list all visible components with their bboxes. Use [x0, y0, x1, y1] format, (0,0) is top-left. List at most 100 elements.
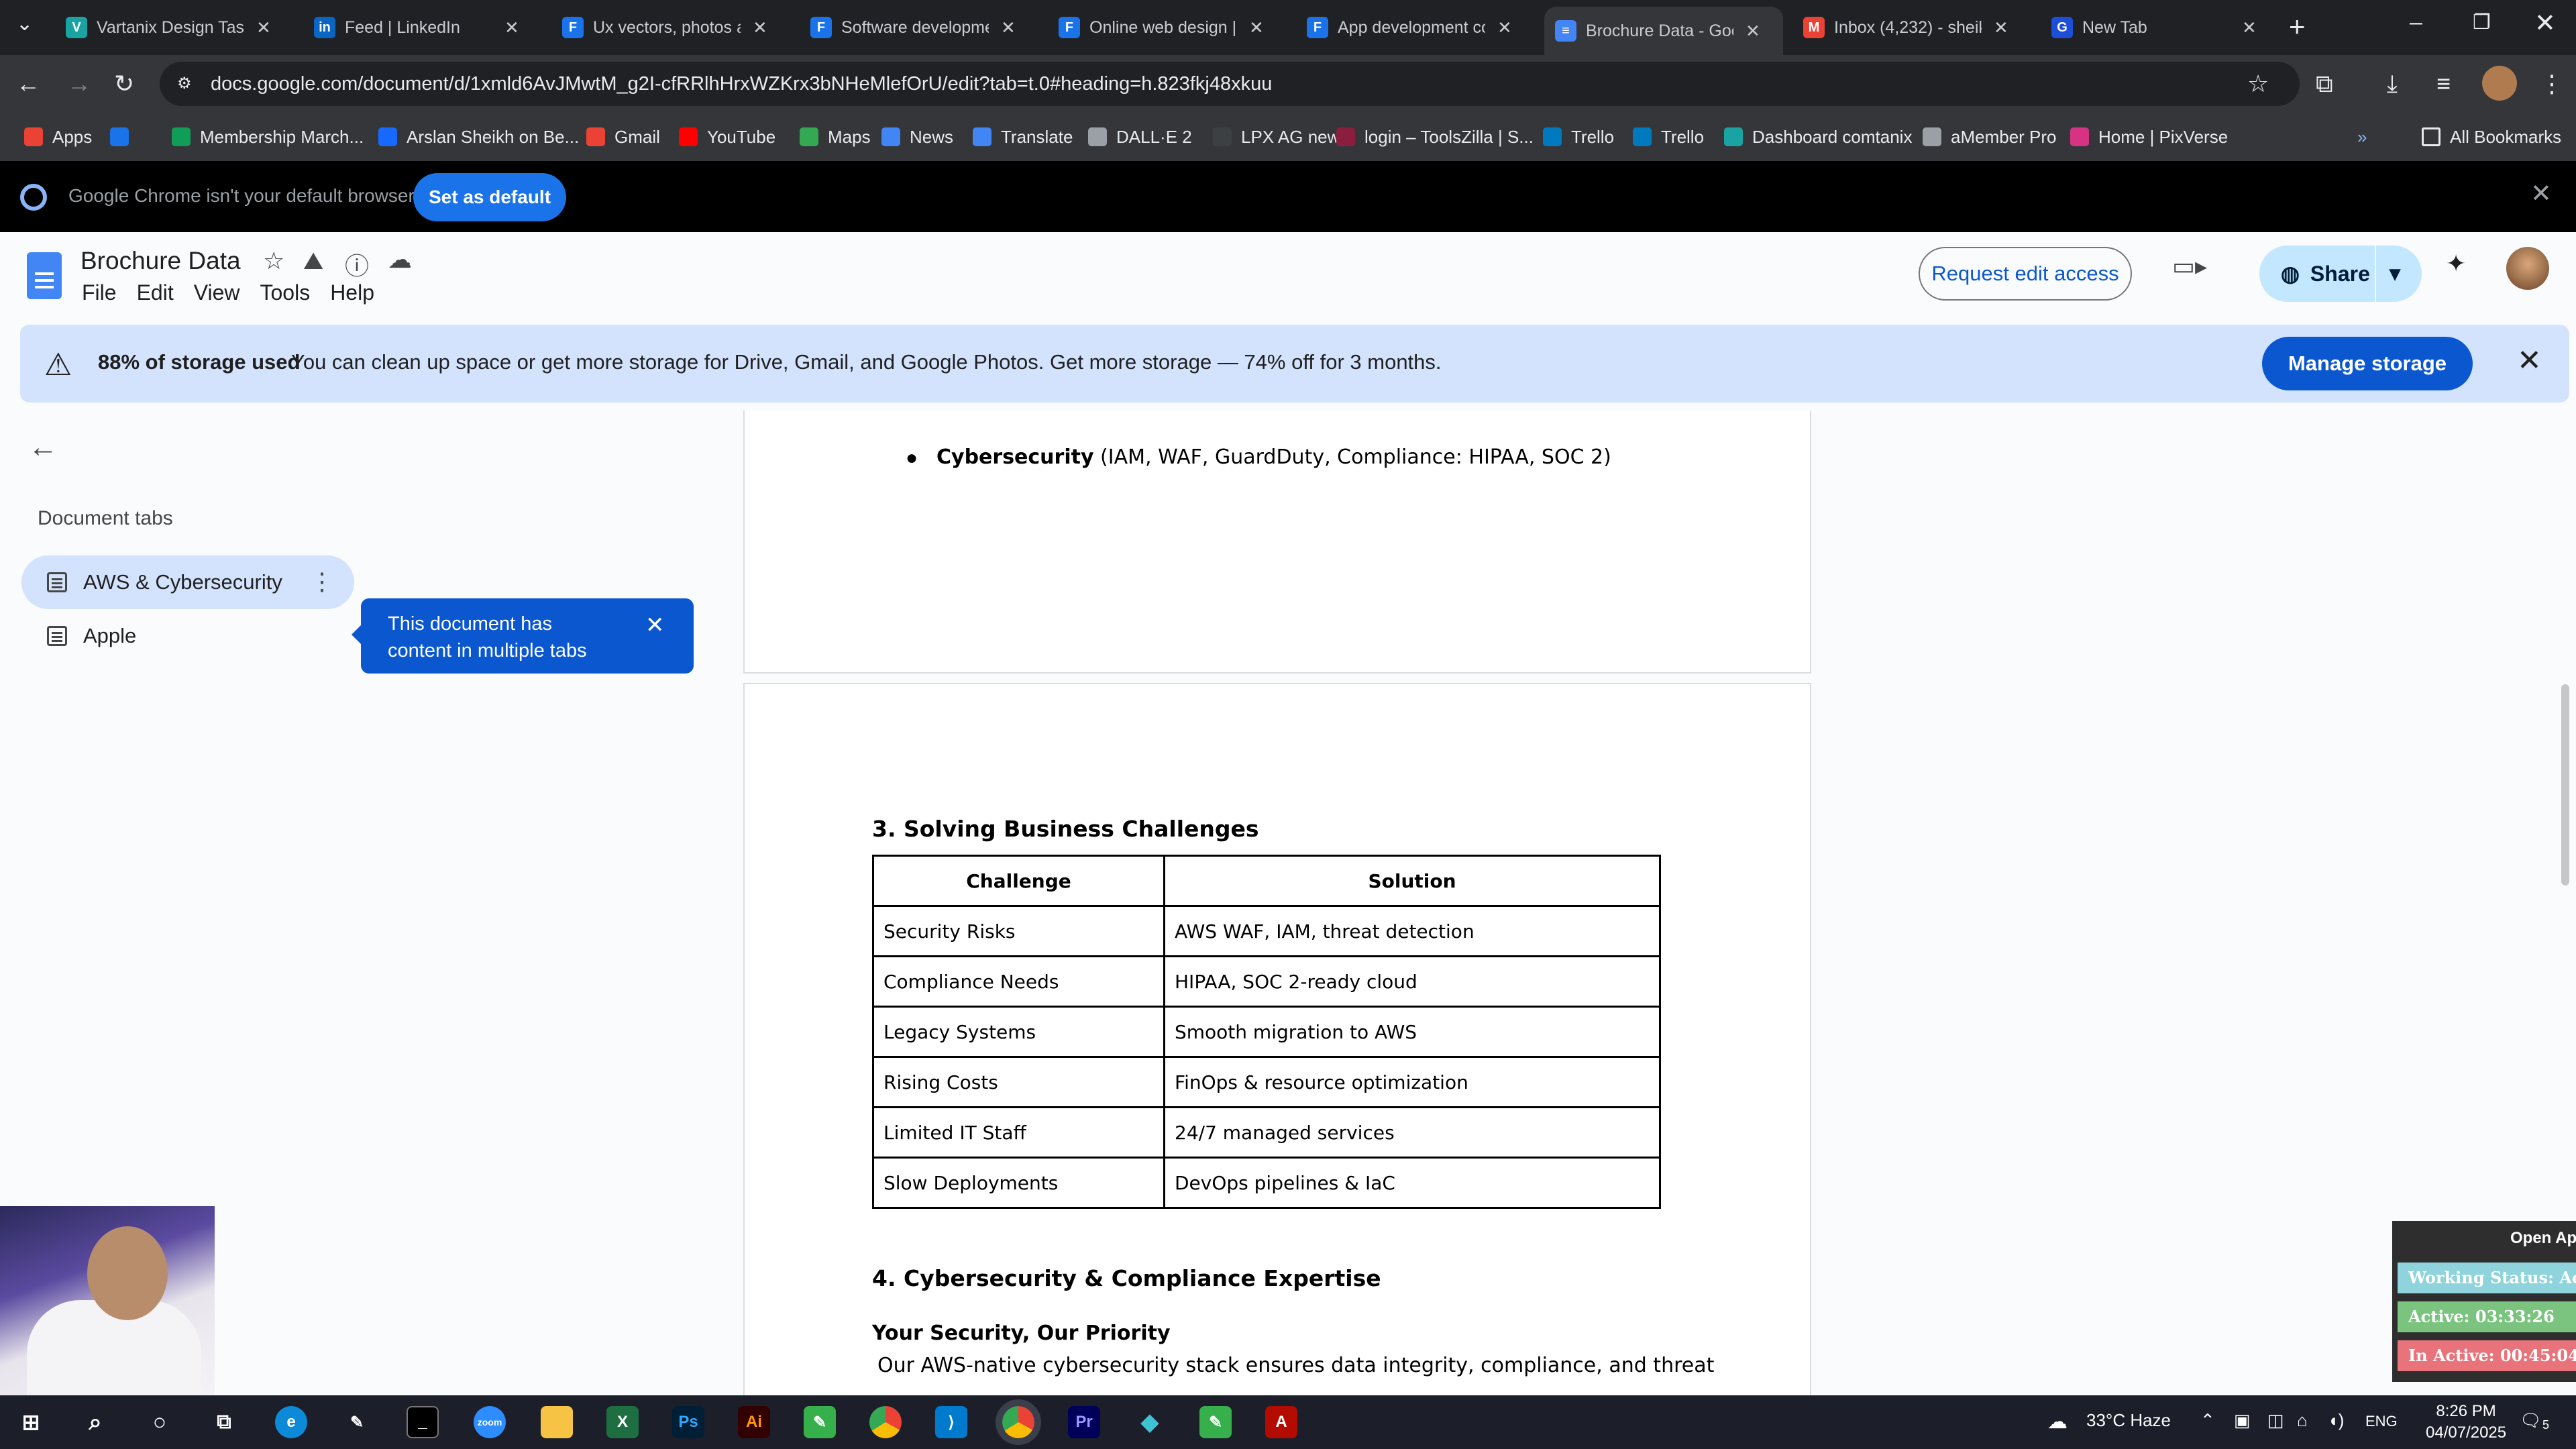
document-title[interactable]: Brochure Data [80, 247, 241, 275]
start-icon[interactable]: ⊞ [15, 1406, 47, 1438]
task-view-icon[interactable]: ⧉ [208, 1406, 240, 1438]
doc-tab-aws-cybersecurity[interactable]: AWS & Cybersecurity ⋮ [21, 555, 354, 609]
excel-icon[interactable]: X [606, 1406, 639, 1438]
meet-icon[interactable]: ▭▸ [2172, 252, 2207, 280]
forward-icon[interactable]: → [67, 70, 91, 98]
all-bookmarks[interactable]: All Bookmarks [2422, 123, 2561, 150]
tab-close-icon[interactable]: ✕ [256, 17, 271, 38]
pen-icon[interactable]: ✎ [341, 1406, 373, 1438]
zoom-icon[interactable]: zoom [474, 1406, 506, 1438]
diamond-app-icon[interactable]: ◆ [1134, 1406, 1166, 1438]
minimize-icon[interactable]: – [2410, 9, 2422, 36]
download-icon[interactable]: ⤓ [2387, 70, 2398, 99]
cloud-status-icon[interactable]: ☁ [388, 246, 412, 274]
photoshop-icon[interactable]: Ps [672, 1406, 704, 1438]
browser-tab[interactable]: ≡ Brochure Data - Goo ✕ [1544, 7, 1783, 55]
more-bookmarks-icon[interactable]: » [2357, 123, 2367, 150]
language-indicator[interactable]: ENG [2365, 1413, 2398, 1430]
menu-tools[interactable]: Tools [260, 280, 310, 305]
illustrator-icon[interactable]: Ai [738, 1406, 770, 1438]
bookmark-item[interactable]: Arslan Sheikh on Be... [378, 123, 579, 150]
browser-menu-icon[interactable]: ⋮ [2540, 70, 2564, 98]
chrome-taskbar-icon[interactable] [869, 1406, 902, 1438]
tab-close-icon[interactable]: ✕ [1249, 17, 1264, 38]
tray-overflow-icon[interactable]: ⌃ [2200, 1410, 2215, 1431]
tab-close-icon[interactable]: ✕ [1001, 17, 1016, 38]
cortana-icon[interactable]: ○ [144, 1406, 176, 1438]
site-info-icon[interactable]: ⚙ [177, 74, 197, 94]
tab-close-icon[interactable]: ✕ [753, 17, 767, 38]
bookmark-item[interactable]: Home | PixVerse [2070, 123, 2228, 150]
browser-tab[interactable]: F Software developmen ✕ [800, 9, 1038, 46]
bookmark-item[interactable]: LPX AG new [1213, 123, 1340, 150]
back-arrow-icon[interactable]: ← [28, 431, 58, 464]
share-dropdown-icon[interactable]: ▾ [2390, 260, 2400, 286]
browser-tab[interactable]: F Ux vectors, photos an ✕ [551, 9, 790, 46]
bookmark-item[interactable]: Gmail [586, 123, 660, 150]
tab-search-icon[interactable]: ⌄ [16, 12, 33, 36]
menu-view[interactable]: View [194, 280, 240, 305]
bookmark-item[interactable]: Translate [973, 123, 1073, 150]
user-avatar[interactable] [2506, 247, 2549, 290]
tab-close-icon[interactable]: ✕ [1497, 17, 1512, 38]
close-tooltip-icon[interactable]: ✕ [645, 612, 665, 639]
doc-tab-apple[interactable]: Apple [21, 609, 354, 663]
menu-file[interactable]: File [82, 280, 117, 305]
acrobat-icon[interactable]: A [1265, 1406, 1297, 1438]
camera-icon[interactable]: ◫ [2267, 1410, 2284, 1431]
search-icon[interactable]: ⌕ [79, 1406, 111, 1438]
premiere-icon[interactable]: Pr [1068, 1406, 1100, 1438]
bookmark-item[interactable]: Trello [1633, 123, 1704, 150]
star-icon[interactable]: ☆ [263, 247, 284, 275]
weather-text[interactable]: 33°C Haze [2086, 1410, 2171, 1431]
open-app-link[interactable]: Open App [2510, 1229, 2576, 1248]
weather-icon[interactable]: ☁ [2047, 1410, 2068, 1434]
vertical-scrollbar[interactable] [2561, 684, 2569, 885]
clock[interactable]: 8:26 PM 04/07/2025 [2426, 1401, 2506, 1444]
browser-tab[interactable]: M Inbox (4,232) - sheikh ✕ [1792, 9, 2031, 46]
gemini-icon[interactable]: ✦ [2446, 250, 2466, 278]
bookmark-item[interactable]: Dashboard comtanix [1724, 123, 1912, 150]
close-infobar-icon[interactable]: ✕ [2530, 178, 2552, 209]
terminal-icon[interactable]: _ [407, 1406, 439, 1438]
tab-close-icon[interactable]: ✕ [1994, 17, 2008, 38]
close-window-icon[interactable]: ✕ [2534, 8, 2556, 38]
tab-close-icon[interactable]: ✕ [1746, 21, 1760, 42]
restore-icon[interactable]: ❐ [2473, 11, 2491, 34]
more-options-icon[interactable]: ⋮ [310, 568, 334, 596]
network-icon[interactable]: ⌂ [2297, 1410, 2308, 1431]
back-icon[interactable]: ← [16, 70, 40, 98]
bookmark-star-icon[interactable]: ☆ [2247, 70, 2269, 98]
bookmark-item[interactable]: DALL·E 2 [1088, 123, 1192, 150]
browser-tab[interactable]: F Online web design | f ✕ [1048, 9, 1287, 46]
close-banner-icon[interactable]: ✕ [2517, 343, 2542, 378]
notification-icon[interactable]: 🗨 [2520, 1410, 2542, 1431]
request-edit-access-button[interactable]: Request edit access [1919, 247, 2132, 301]
share-button[interactable]: ◍ Share ▾ [2259, 246, 2422, 302]
browser-tab[interactable]: in Feed | LinkedIn ✕ [303, 9, 542, 46]
media-icon[interactable]: ≡ [2436, 70, 2451, 98]
vscode-icon[interactable]: ⟩ [935, 1406, 967, 1438]
menu-edit[interactable]: Edit [137, 280, 174, 305]
chrome-active-taskbar-icon[interactable] [996, 1399, 1041, 1445]
extensions-icon[interactable]: ⧉ [2316, 70, 2333, 99]
set-as-default-button[interactable]: Set as default [413, 173, 566, 221]
tab-close-icon[interactable]: ✕ [2242, 17, 2257, 38]
browser-tab[interactable]: F App development co ✕ [1296, 9, 1535, 46]
info-icon[interactable]: ⓘ [345, 247, 369, 282]
bookmark-item[interactable]: YouTube [679, 123, 775, 150]
address-bar[interactable]: ⚙ docs.google.com/document/d/1xmld6AvJMw… [160, 62, 2300, 106]
green-app-icon[interactable]: ✎ [804, 1406, 836, 1438]
bookmark-item[interactable]: login – ToolsZilla | S... [1336, 123, 1534, 150]
drive-shortcut-icon[interactable]: ⛰ [303, 247, 323, 276]
file-explorer-icon[interactable] [541, 1406, 573, 1438]
browser-tab[interactable]: G New Tab ✕ [2041, 9, 2279, 46]
reload-icon[interactable]: ↻ [114, 70, 134, 98]
edge-icon[interactable]: e [275, 1406, 307, 1438]
volume-icon[interactable]: ◖) [2328, 1410, 2344, 1431]
green-app-2-icon[interactable]: ✎ [1199, 1406, 1232, 1438]
browser-tab[interactable]: V Vartanix Design Tasks ✕ [55, 9, 294, 46]
profile-avatar-icon[interactable] [2482, 66, 2517, 101]
bookmark-item[interactable]: aMember Pro [1923, 123, 2057, 150]
bookmark-item[interactable]: News [881, 123, 953, 150]
